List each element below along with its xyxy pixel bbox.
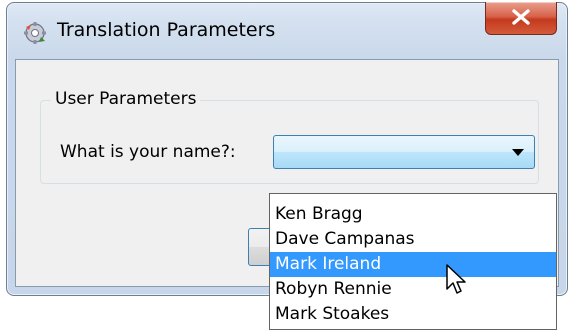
user-parameters-group: User Parameters What is your name?: xyxy=(40,89,539,184)
title-bar[interactable]: Translation Parameters xyxy=(7,2,567,59)
close-icon xyxy=(512,9,530,25)
dropdown-option[interactable]: Ken Bragg xyxy=(270,202,556,227)
dropdown-option[interactable]: Mark Stoakes xyxy=(270,302,556,327)
chevron-down-icon[interactable] xyxy=(512,149,524,156)
gear-icon xyxy=(23,21,47,45)
close-button[interactable] xyxy=(485,2,557,35)
dropdown-option-selected[interactable]: Mark Ireland xyxy=(270,252,556,277)
stage: Translation Parameters User Parameters W… xyxy=(0,0,582,330)
dropdown-option[interactable]: Dave Campanas xyxy=(270,227,556,252)
name-dropdown-list: Ken Bragg Dave Campanas Mark Ireland Rob… xyxy=(269,193,557,330)
dropdown-option[interactable]: Robyn Rennie xyxy=(270,277,556,302)
window-title: Translation Parameters xyxy=(57,19,276,41)
name-combobox[interactable] xyxy=(273,135,535,169)
name-field-label: What is your name?: xyxy=(60,142,236,162)
group-legend: User Parameters xyxy=(51,89,201,109)
mouse-pointer-icon xyxy=(446,264,466,294)
